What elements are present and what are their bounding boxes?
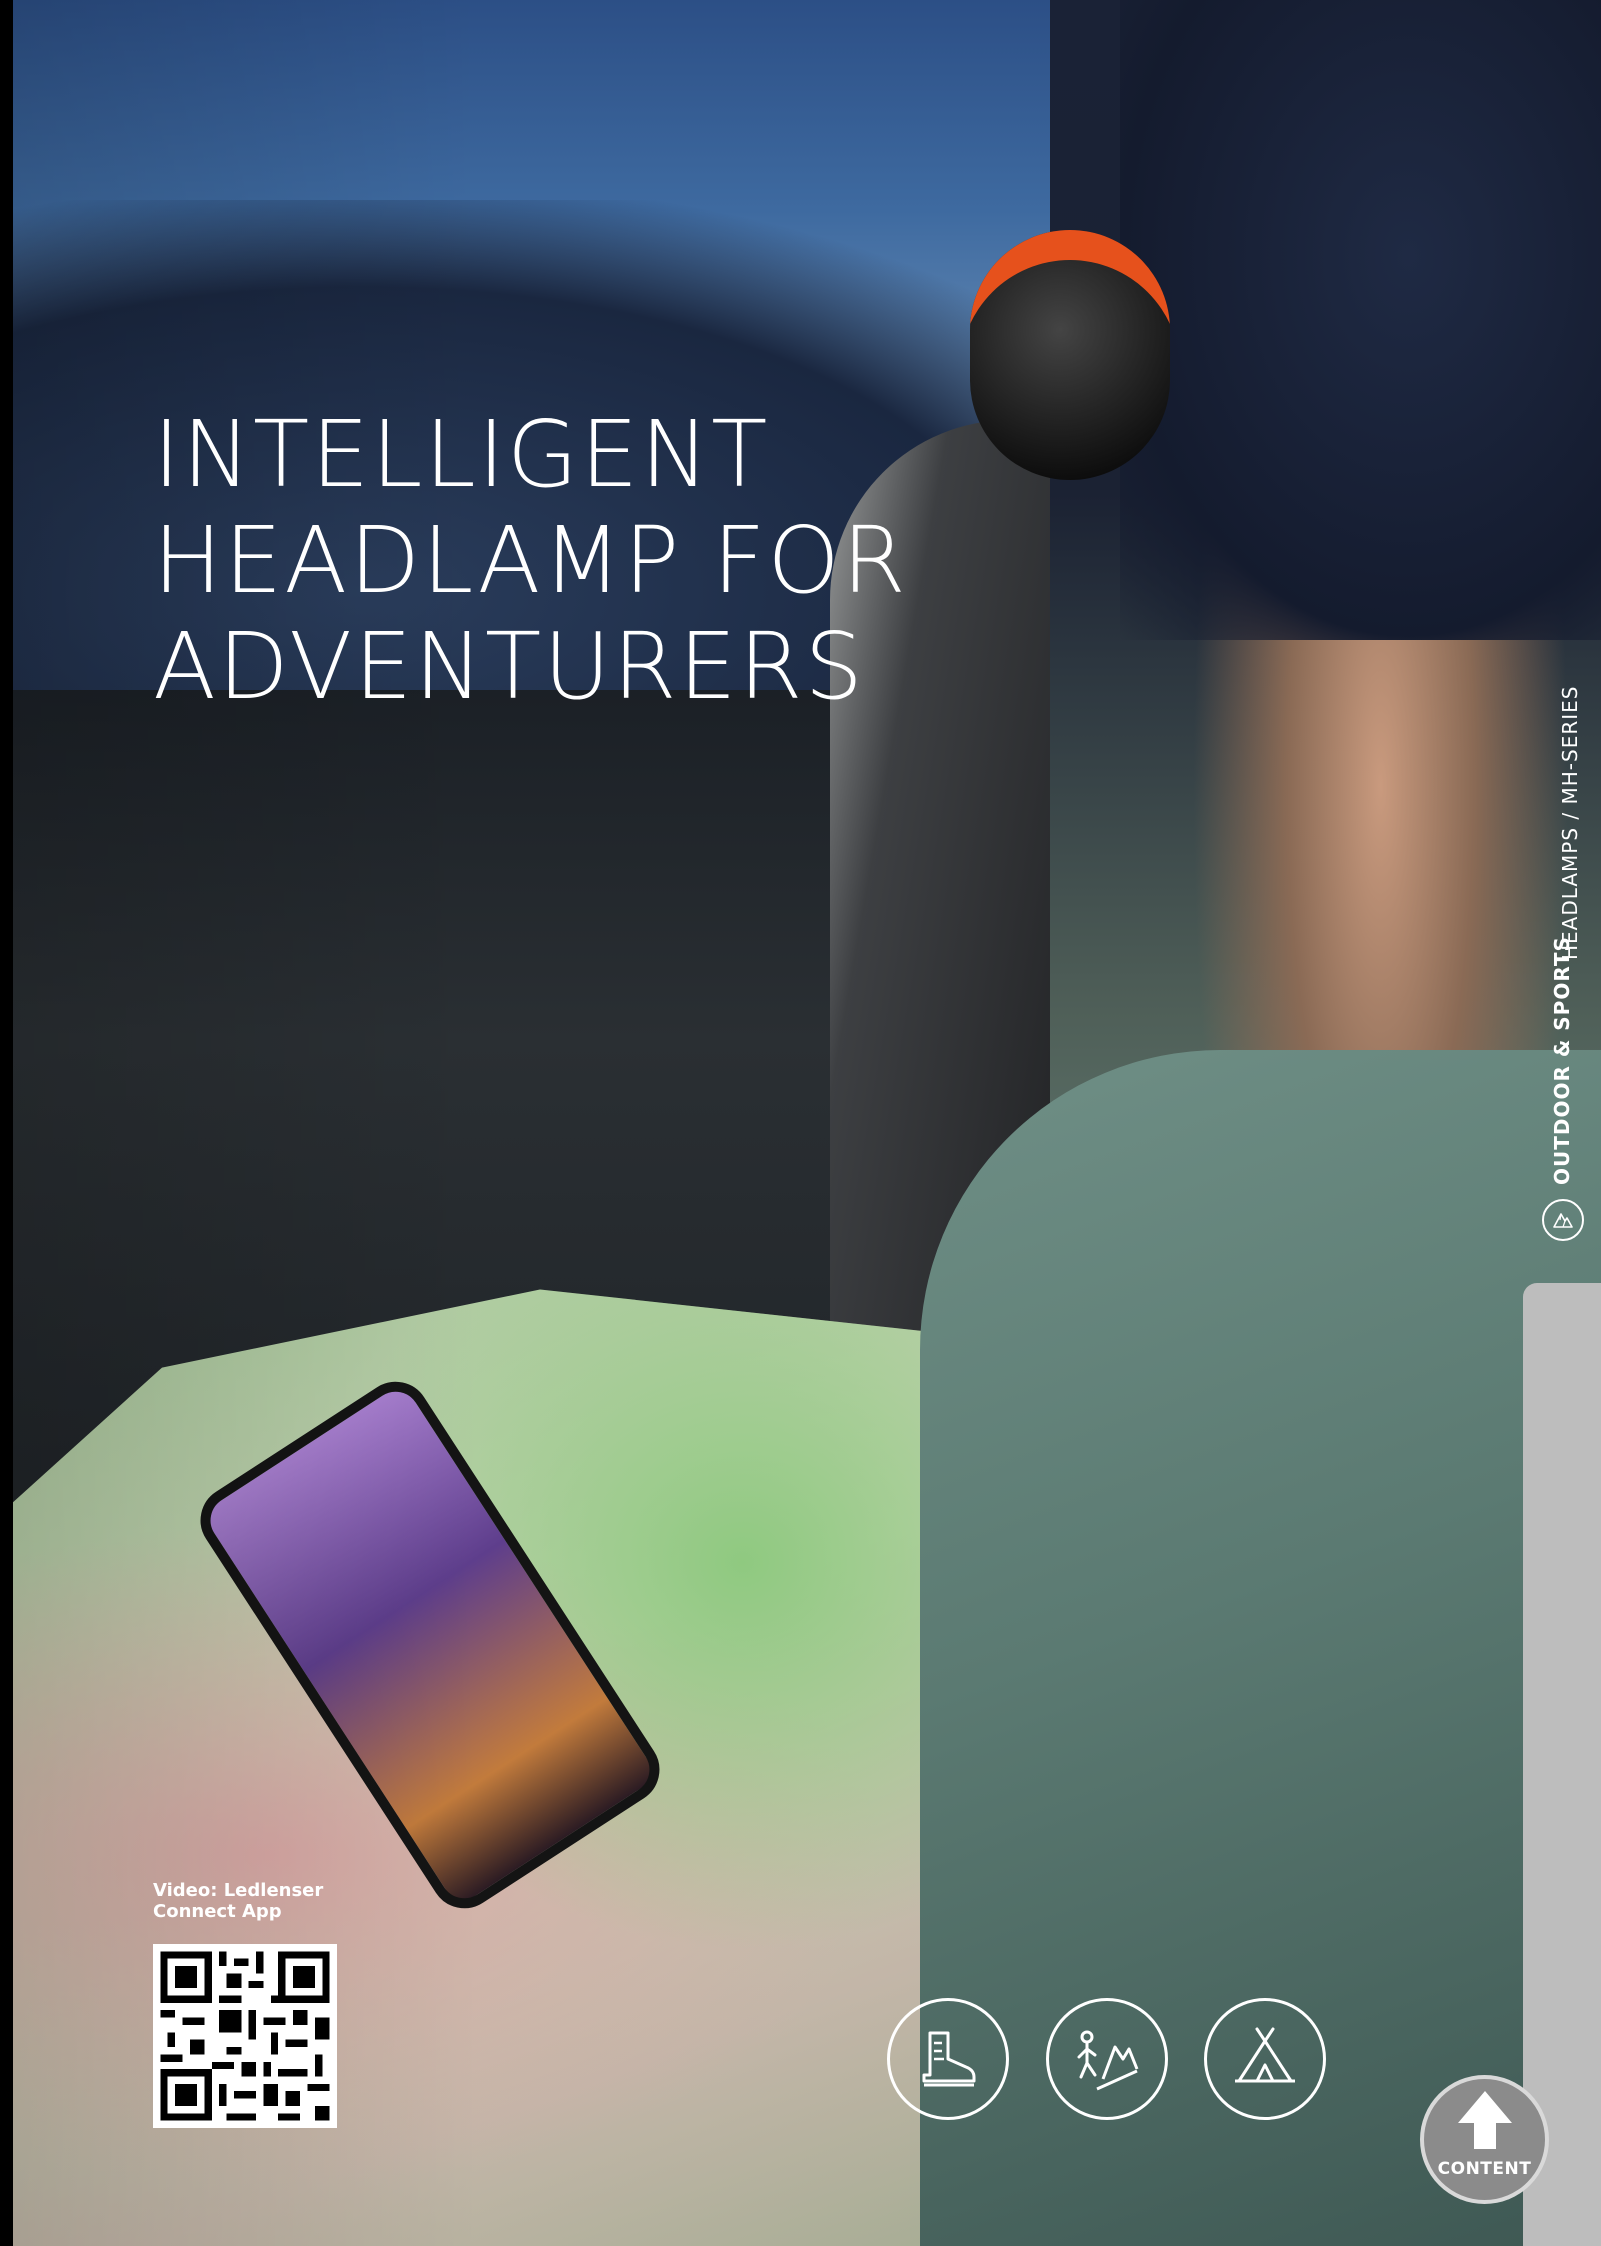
video-caption: Video: Ledlenser Connect App <box>153 1880 324 1922</box>
hiking-boot-icon <box>887 1998 1009 2120</box>
margin-tick <box>0 1321 13 1323</box>
series-label: HEADLAMPS / MH-SERIES <box>1558 685 1582 960</box>
climbing-icon <box>1046 1998 1168 2120</box>
page-headline: INTELLIGENT HEADLAMP FOR ADVENTURERS <box>153 401 908 720</box>
qr-code[interactable] <box>153 1944 337 2128</box>
category-label: OUTDOOR & SPORTS <box>1550 936 1574 1185</box>
side-tab-bar <box>1523 1283 1601 2246</box>
catalog-page: INTELLIGENT HEADLAMP FOR ADVENTURERS HEA… <box>0 0 1601 2246</box>
margin-tick <box>0 1234 13 1236</box>
content-button-label: CONTENT <box>1437 2159 1532 2179</box>
mountain-circle-icon <box>1542 1199 1584 1241</box>
margin-tick <box>0 1148 13 1150</box>
camping-tent-icon <box>1204 1998 1326 2120</box>
left-margin-strip <box>0 0 13 2246</box>
content-button[interactable]: CONTENT <box>1424 2079 1545 2200</box>
arrow-up-icon <box>1458 2091 1512 2149</box>
